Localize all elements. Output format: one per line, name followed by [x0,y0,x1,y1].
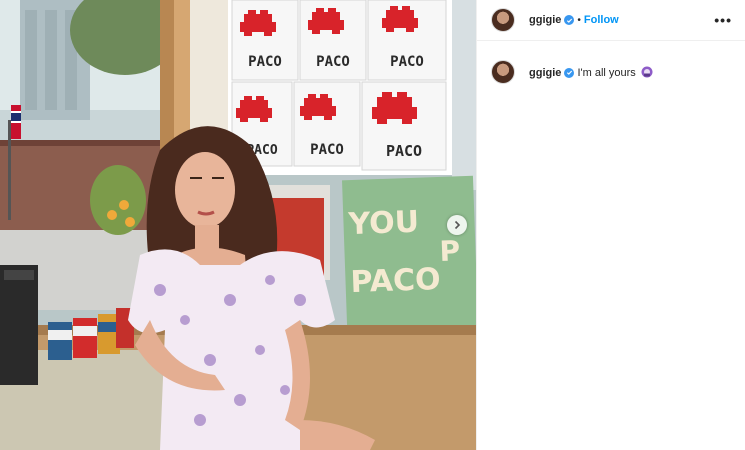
post-photo[interactable]: PACO PACO PACO PACO PACO PACO YOU PACO P [0,0,476,450]
mosaic-label-5: PACO [310,142,344,158]
photo-scene: PACO PACO PACO PACO PACO PACO YOU PACO P [0,0,476,450]
follow-button[interactable]: Follow [584,14,619,26]
mosaic-label-1: PACO [248,54,282,70]
chevron-right-icon [454,220,461,230]
caption-row: ggigie I'm all yours [477,60,745,84]
avatar[interactable] [491,8,515,32]
caption-avatar[interactable] [491,60,515,84]
more-options-icon[interactable]: ••• [714,12,732,28]
mosaic-label-3: PACO [390,54,424,70]
caption-username-link[interactable]: ggigie [529,67,561,79]
caption-verified-badge-icon [564,67,575,78]
poster-line-3: P [439,234,461,268]
poster-line-2: PACO [350,262,441,300]
post-side-panel: ggigie • Follow ••• ggigie I'm all yours [476,0,745,450]
purple-heart-emoji-icon [641,66,653,77]
separator-dot: • [577,14,581,26]
poster-line-1: YOU [347,205,420,242]
verified-badge-icon [564,15,575,25]
mosaic-label-6: PACO [386,142,422,160]
username-link[interactable]: ggigie [529,14,561,26]
caption-text: I'm all yours [577,66,636,79]
mosaic-label-2: PACO [316,54,350,70]
post-header: ggigie • Follow ••• [477,0,745,41]
next-photo-button[interactable] [447,215,467,235]
caption: ggigie I'm all yours [529,66,653,79]
